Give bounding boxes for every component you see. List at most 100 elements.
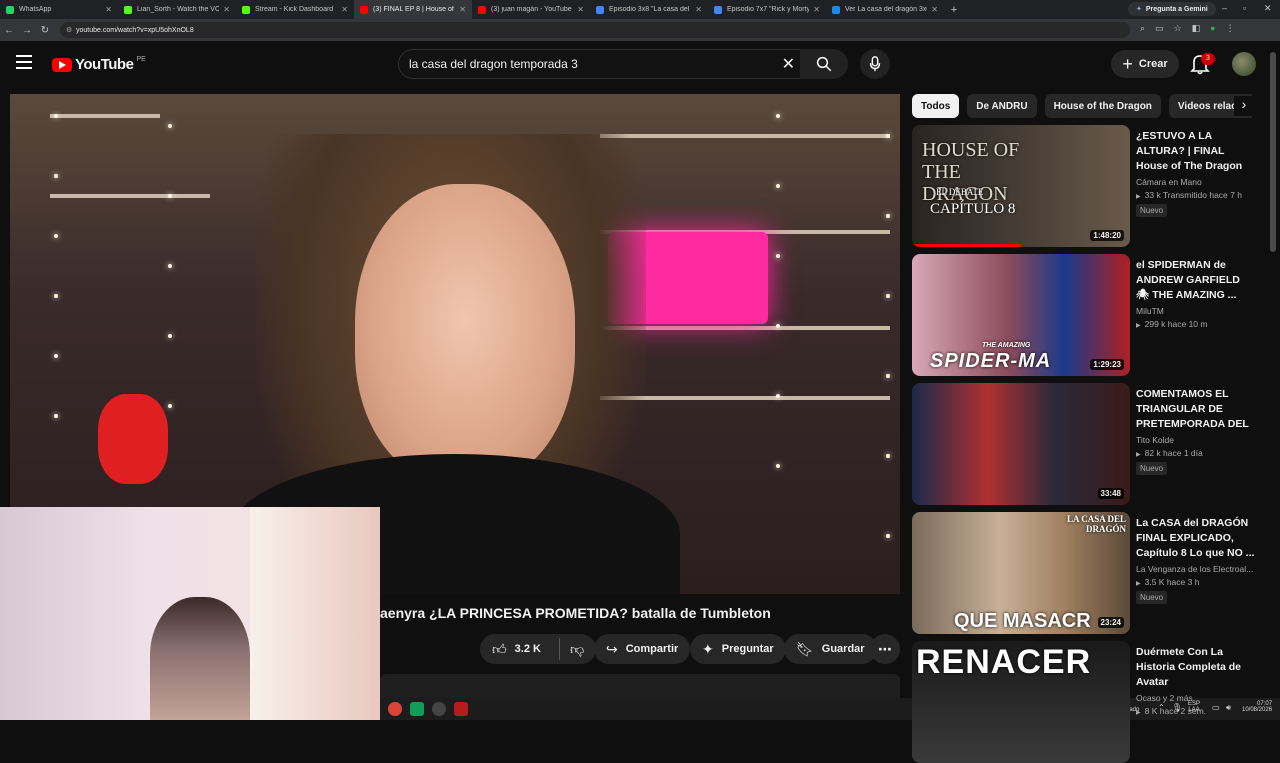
close-tab-icon[interactable]: ✕ [577, 5, 584, 14]
live-icon: ▶ [1136, 323, 1141, 329]
browser-tab[interactable]: Stream - Kick Dashboard ✕ [236, 0, 354, 19]
forward-icon[interactable]: → [18, 25, 36, 36]
recommended-video[interactable]: HOUSE OF THE DRAGON EL DEBATE CAPÍTULO 8 1:… [912, 125, 1262, 247]
close-tab-icon[interactable]: ✕ [223, 5, 230, 14]
share-group: ↪ Compartir [594, 634, 691, 664]
chrome-taskbar-icon[interactable] [388, 702, 402, 716]
browser-tab[interactable]: Episodio 3x8 "La casa del dragón" ✕ [590, 0, 708, 19]
tab-favicon-icon [124, 5, 132, 14]
search-input[interactable]: la casa del dragon temporada 3 ✕ [398, 49, 806, 79]
create-button[interactable]: + Crear [1111, 50, 1179, 78]
page-scrollbar[interactable] [1270, 52, 1276, 252]
like-count: 3.2 K [514, 643, 541, 655]
close-tab-icon[interactable]: ✕ [341, 5, 348, 14]
app2-taskbar-icon[interactable] [454, 702, 468, 716]
close-tab-icon[interactable]: ✕ [105, 5, 112, 14]
thumb-text: SPIDER-MA [930, 350, 1052, 372]
watch-progress [912, 244, 1021, 247]
reload-icon[interactable]: ↻ [36, 25, 54, 36]
new-badge: Nuevo [1136, 591, 1168, 604]
maximize-icon[interactable]: ▫ [1243, 3, 1246, 13]
browser-tab[interactable]: Episodio 7x7 "Rick y Morty" Online✕ [708, 0, 826, 19]
obs-taskbar-icon[interactable] [432, 702, 446, 716]
channel-name[interactable]: Cámara en Mano [1136, 177, 1256, 187]
youtube-logo[interactable]: YouTube PE [52, 56, 146, 73]
recommended-video[interactable]: 33:48 COMENTAMOS EL TRIANGULAR DE PRETEMP… [912, 383, 1262, 505]
url-field[interactable]: ⚙ youtube.com/watch?v=xpU5ohXnOL8 [60, 22, 1130, 38]
youtube-play-icon [52, 57, 72, 72]
video-title[interactable]: Duérmete Con La Historia Completa de Ava… [1136, 645, 1256, 690]
app-taskbar-icon[interactable] [410, 702, 424, 716]
video-title[interactable]: ¿ESTUVO A LA ALTURA? | FINAL House of Th… [1136, 129, 1256, 174]
video-title[interactable]: COMENTAMOS EL TRIANGULAR DE PRETEMPORADA… [1136, 387, 1256, 432]
close-tab-icon[interactable]: ✕ [931, 5, 938, 14]
thumb-text: RENACER [916, 643, 1092, 681]
tab-title: Ver La casa del dragón 3x08 Online [845, 6, 927, 13]
bookmark-star-icon[interactable]: ☆ [1174, 23, 1182, 34]
channel-name[interactable]: Tito Kolde [1136, 435, 1256, 445]
video-stats: ▶ 299 k hace 10 m [1136, 319, 1208, 329]
address-bar: ← → ↻ ⚙ youtube.com/watch?v=xpU5ohXnOL8 … [0, 19, 1280, 41]
channel-name[interactable]: Ocaso y 2 más [1136, 693, 1256, 703]
minimize-icon[interactable]: – [1222, 3, 1227, 13]
red-figure [98, 394, 168, 484]
browser-menu-icon[interactable]: ⋮ [1226, 23, 1235, 34]
dislike-button[interactable]: 👎︎ [548, 634, 597, 664]
profile-icon[interactable]: ● [1210, 23, 1215, 34]
video-title[interactable]: La CASA del DRAGÓN FINAL EXPLICADO, Capí… [1136, 516, 1256, 561]
save-group: 🔖︎ Guardar [784, 634, 877, 664]
gemini-button[interactable]: ✦ Pregunta a Gemini [1128, 2, 1216, 16]
filter-chips: Todos De ANDRU House of the Dragon Videos r… [912, 94, 1252, 118]
recommended-video[interactable]: RENACER Duérmete Con La Historia Completa… [912, 641, 1262, 763]
close-tab-icon[interactable]: ✕ [695, 5, 702, 14]
tab-favicon-icon [714, 5, 722, 14]
like-button[interactable]: 👍︎ 3.2 K [480, 634, 549, 664]
more-actions-button[interactable]: ⋯ [870, 634, 900, 664]
thumb-text: QUE MASACR [954, 610, 1091, 632]
new-tab-button[interactable]: + [944, 4, 964, 16]
close-tab-icon[interactable]: ✕ [459, 5, 466, 14]
video-title[interactable]: el SPIDERMAN de ANDREW GARFIELD 🕷 THE AM… [1136, 258, 1256, 303]
browser-tab[interactable]: (3) juan magán - YouTube ✕ [472, 0, 590, 19]
live-icon: ▶ [1136, 710, 1141, 716]
webcam-person [150, 597, 250, 720]
filter-chip[interactable]: House of the Dragon [1044, 94, 1161, 118]
save-button[interactable]: 🔖︎ Guardar [784, 634, 877, 664]
close-window-icon[interactable]: ✕ [1264, 3, 1272, 14]
video-thumbnail[interactable]: HOUSE OF THE DRAGON EL DEBATE CAPÍTULO 8 1:… [912, 125, 1130, 247]
close-tab-icon[interactable]: ✕ [813, 5, 820, 14]
back-icon[interactable]: ← [0, 25, 18, 36]
voice-search-button[interactable] [860, 49, 890, 79]
video-thumbnail[interactable]: LA CASA DEL DRAGÓN QUE MASACR 23:24 [912, 512, 1130, 634]
channel-name[interactable]: MiluTM [1136, 306, 1256, 316]
video-thumbnail[interactable]: 33:48 [912, 383, 1130, 505]
video-thumbnail[interactable]: THE AMAZING SPIDER-MA 1:29:23 [912, 254, 1130, 376]
recommended-video[interactable]: LA CASA DEL DRAGÓN QUE MASACR 23:24 La CASA… [912, 512, 1262, 634]
filter-chip[interactable]: De ANDRU [967, 94, 1037, 118]
search-button[interactable] [800, 49, 848, 79]
account-avatar[interactable] [1232, 52, 1256, 76]
filter-chip[interactable]: Todos [912, 94, 960, 118]
cast-icon[interactable]: ▭ [1155, 23, 1164, 34]
ask-button[interactable]: ✦ Preguntar [690, 634, 786, 664]
hamburger-menu-icon[interactable] [16, 55, 32, 69]
description-box[interactable] [380, 674, 900, 698]
chevron-right-icon[interactable]: › [1234, 96, 1254, 116]
share-button[interactable]: ↪ Compartir [594, 634, 691, 664]
browser-tab[interactable]: WhatsApp ✕ [0, 0, 118, 19]
zoom-icon[interactable]: ⌕ [1140, 23, 1145, 34]
video-title: aenyra ¿LA PRINCESA PROMETIDA? batalla d… [380, 605, 771, 621]
extensions-icon[interactable]: ◧ [1192, 23, 1201, 34]
browser-tab[interactable]: Lian_Sorth - Watch the VOD on Kick✕ [118, 0, 236, 19]
video-thumbnail[interactable]: RENACER [912, 641, 1130, 763]
site-info-icon[interactable]: ⚙ [66, 26, 76, 34]
video-duration: 33:48 [1097, 488, 1124, 499]
search-icon [816, 56, 832, 72]
channel-name[interactable]: La Venganza de los Electroal... [1136, 564, 1256, 574]
browser-tab[interactable]: (3) FINAL EP 8 | House of the Dragon ✕ [354, 0, 472, 19]
clear-search-icon[interactable]: ✕ [782, 54, 795, 74]
recommended-video[interactable]: THE AMAZING SPIDER-MA 1:29:23 el SPIDERMAN … [912, 254, 1262, 376]
browser-tab[interactable]: Ver La casa del dragón 3x08 Online ✕ [826, 0, 944, 19]
tab-favicon-icon [832, 5, 840, 14]
create-label: Crear [1138, 58, 1168, 70]
